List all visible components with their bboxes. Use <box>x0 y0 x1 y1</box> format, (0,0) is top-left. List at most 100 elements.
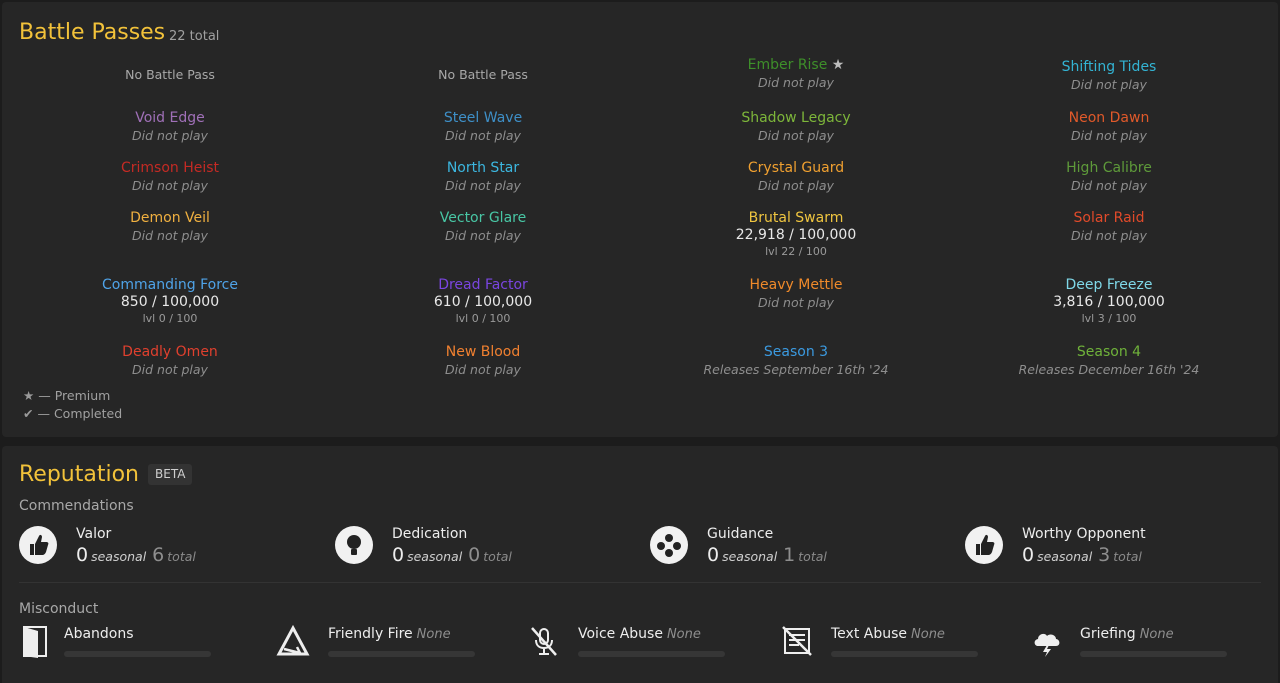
battle-pass-item[interactable]: Crystal Guard Did not play <box>656 160 936 194</box>
seasonal-count: 0 <box>707 544 720 566</box>
battle-pass-item[interactable]: Commanding Force 850 / 100,000 lvl 0 / 1… <box>30 277 310 327</box>
battle-pass-item[interactable]: Crimson Heist Did not play <box>30 160 310 194</box>
misconduct-griefing: Griefing None <box>1030 624 1240 664</box>
misconduct-value: None <box>666 627 701 642</box>
commendation-name: Guidance <box>707 526 774 542</box>
no-battle-pass-label: No Battle Pass <box>438 67 528 82</box>
battle-pass-name[interactable]: Ember Rise <box>748 57 828 73</box>
battle-pass-status: Releases December 16th '24 <box>1018 362 1200 377</box>
battle-pass-item[interactable]: Demon Veil Did not play <box>30 210 310 244</box>
misconduct-value: None <box>1139 627 1174 642</box>
seasonal-count: 0 <box>1022 544 1035 566</box>
misconduct-friendly-fire: Friendly Fire None <box>276 624 486 664</box>
commendation-worthy-opponent: Worthy Opponent 0 seasonal 3 total <box>965 522 1265 568</box>
battle-pass-item[interactable]: High Calibre Did not play <box>969 160 1249 194</box>
battle-pass-status: Did not play <box>1071 228 1147 243</box>
battle-pass-status: Did not play <box>758 75 834 90</box>
battle-passes-panel: Battle Passes 22 total No Battle Pass No… <box>2 2 1278 437</box>
seasonal-label: seasonal <box>722 549 778 564</box>
commendation-name: Worthy Opponent <box>1022 526 1146 542</box>
thumbs-up-icon <box>19 526 57 564</box>
battle-pass-name[interactable]: Demon Veil <box>30 210 310 227</box>
battle-pass-empty-2: No Battle Pass <box>343 66 623 83</box>
total-count: 1 <box>783 544 796 566</box>
misconduct-value: None <box>416 627 451 642</box>
battle-pass-status: Did not play <box>445 178 521 193</box>
battle-pass-status: Releases September 16th '24 <box>703 362 889 377</box>
total-count: 0 <box>468 544 481 566</box>
commendation-values: 0 seasonal 3 total <box>1022 544 1148 566</box>
battle-pass-name[interactable]: Vector Glare <box>343 210 623 227</box>
mic-muted-icon <box>527 624 561 658</box>
battle-pass-item[interactable]: Ember Rise ★ Did not play <box>656 57 936 91</box>
battle-pass-name[interactable]: High Calibre <box>969 160 1249 177</box>
battle-pass-name[interactable]: Crimson Heist <box>30 160 310 177</box>
battle-pass-item[interactable]: Deadly Omen Did not play <box>30 344 310 378</box>
legend-completed: ✔ — Completed <box>23 406 122 421</box>
battle-pass-name[interactable]: Void Edge <box>30 110 310 127</box>
total-label: total <box>798 549 827 564</box>
misconduct-name: Text Abuse <box>831 626 908 642</box>
commendation-name: Dedication <box>392 526 468 542</box>
battle-pass-name[interactable]: Deadly Omen <box>30 344 310 361</box>
battle-pass-name[interactable]: Heavy Mettle <box>656 277 936 294</box>
battle-pass-item[interactable]: Steel Wave Did not play <box>343 110 623 144</box>
seasonal-count: 0 <box>392 544 405 566</box>
misconduct-name: Voice Abuse <box>578 626 663 642</box>
battle-pass-progress: 22,918 / 100,000 <box>735 227 857 243</box>
misconduct-name: Friendly Fire <box>328 626 413 642</box>
battle-pass-item[interactable]: Void Edge Did not play <box>30 110 310 144</box>
battle-pass-item[interactable]: Shadow Legacy Did not play <box>656 110 936 144</box>
total-label: total <box>483 549 512 564</box>
battle-pass-level: lvl 0 / 100 <box>142 312 198 325</box>
battle-pass-item[interactable]: New Blood Did not play <box>343 344 623 378</box>
battle-pass-name[interactable]: Steel Wave <box>343 110 623 127</box>
commendation-values: 0 seasonal 6 total <box>76 544 202 566</box>
lightbulb-icon <box>335 526 373 564</box>
battle-pass-progress: 850 / 100,000 <box>120 294 220 310</box>
battle-pass-name[interactable]: Shadow Legacy <box>656 110 936 127</box>
battle-pass-item[interactable]: North Star Did not play <box>343 160 623 194</box>
battle-pass-level: lvl 3 / 100 <box>1081 312 1137 325</box>
battle-pass-name[interactable]: Shifting Tides <box>969 59 1249 76</box>
reputation-panel: Reputation BETA Commendations Valor 0 sea… <box>2 446 1278 683</box>
text-blocked-icon <box>780 624 814 658</box>
misconduct-bar <box>1080 651 1227 657</box>
battle-pass-empty-1: No Battle Pass <box>30 66 310 83</box>
battle-pass-item[interactable]: Shifting Tides Did not play <box>969 59 1249 93</box>
battle-pass-name[interactable]: Season 4 <box>969 344 1249 361</box>
battle-pass-name[interactable]: Solar Raid <box>969 210 1249 227</box>
battle-pass-item[interactable]: Deep Freeze 3,816 / 100,000 lvl 3 / 100 <box>969 277 1249 327</box>
reputation-title: Reputation <box>19 462 139 487</box>
misconduct-value: None <box>911 627 945 642</box>
battle-pass-item[interactable]: Brutal Swarm 22,918 / 100,000 lvl 22 / 1… <box>656 210 936 260</box>
battle-pass-name[interactable]: Crystal Guard <box>656 160 936 177</box>
battle-pass-name[interactable]: New Blood <box>343 344 623 361</box>
commendation-values: 0 seasonal 1 total <box>707 544 833 566</box>
battle-pass-name[interactable]: Neon Dawn <box>969 110 1249 127</box>
commendation-guidance: Guidance 0 seasonal 1 total <box>650 522 950 568</box>
misconduct-name: Abandons <box>64 626 134 642</box>
battle-pass-name[interactable]: Brutal Swarm <box>656 210 936 227</box>
battle-pass-item[interactable]: Dread Factor 610 / 100,000 lvl 0 / 100 <box>343 277 623 327</box>
battle-pass-status: Did not play <box>758 178 834 193</box>
battle-pass-name[interactable]: Commanding Force <box>30 277 310 294</box>
misconduct-bar <box>578 651 725 657</box>
battle-pass-item[interactable]: Vector Glare Did not play <box>343 210 623 244</box>
battle-pass-item[interactable]: Neon Dawn Did not play <box>969 110 1249 144</box>
battle-pass-name[interactable]: Deep Freeze <box>969 277 1249 294</box>
battle-pass-status: Did not play <box>445 362 521 377</box>
misconduct-abandons: Abandons <box>20 624 220 664</box>
battle-pass-item[interactable]: Heavy Mettle Did not play <box>656 277 936 311</box>
group-icon <box>650 526 688 564</box>
battle-pass-name[interactable]: Dread Factor <box>343 277 623 294</box>
battle-pass-name[interactable]: North Star <box>343 160 623 177</box>
battle-pass-item[interactable]: Season 3 Releases September 16th '24 <box>656 344 936 378</box>
battle-pass-item[interactable]: Season 4 Releases December 16th '24 <box>969 344 1249 378</box>
battle-pass-level: lvl 0 / 100 <box>455 312 511 325</box>
battle-pass-level: lvl 22 / 100 <box>765 245 827 258</box>
battle-pass-status: Did not play <box>132 362 208 377</box>
battle-pass-item[interactable]: Solar Raid Did not play <box>969 210 1249 244</box>
check-icon: ✔ <box>23 406 34 421</box>
battle-pass-name[interactable]: Season 3 <box>656 344 936 361</box>
